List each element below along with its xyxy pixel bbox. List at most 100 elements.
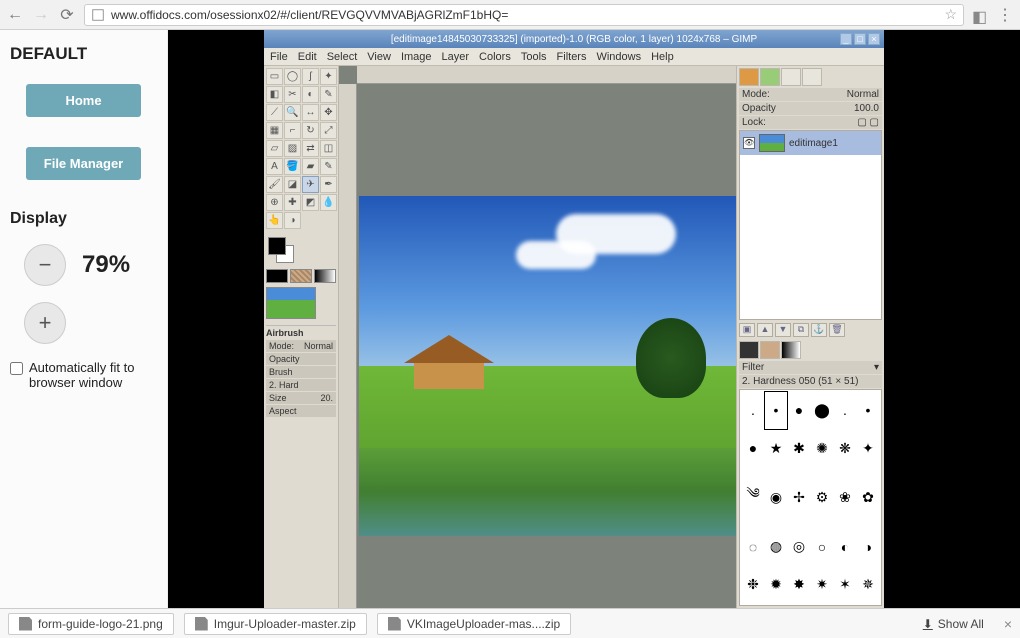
tool-measure[interactable]: ↔ <box>302 104 319 121</box>
tool-fuzzy-select[interactable]: ✦ <box>320 68 337 85</box>
show-all-downloads[interactable]: ⬇ Show All <box>923 617 984 631</box>
menu-button[interactable]: ⋮ <box>996 6 1014 24</box>
close-shelf-icon[interactable]: × <box>1004 616 1012 632</box>
brush-preset[interactable]: ◐ <box>834 528 856 565</box>
brush-preset[interactable]: ✸ <box>788 566 810 603</box>
brush-preset[interactable]: ✵ <box>857 566 879 603</box>
ruler-horizontal[interactable] <box>357 66 736 84</box>
brush-preset[interactable]: ༄ <box>742 468 764 528</box>
tool-smudge[interactable]: 👆 <box>266 212 283 229</box>
brush-preset[interactable]: ✿ <box>857 468 879 528</box>
brush-preset[interactable]: . <box>742 392 764 429</box>
layer-opacity-row[interactable]: Opacity100.0 <box>739 102 882 115</box>
layer-item[interactable]: 👁 editimage1 <box>740 131 881 155</box>
tool-airbrush[interactable]: ✈ <box>302 176 319 193</box>
brush-preset[interactable]: ❉ <box>742 566 764 603</box>
address-bar[interactable]: www.offidocs.com/osessionx02/#/client/RE… <box>84 4 964 26</box>
autofit-option[interactable]: Automatically fit to browser window <box>10 360 157 390</box>
menu-edit[interactable]: Edit <box>298 51 317 63</box>
menu-windows[interactable]: Windows <box>596 51 641 63</box>
active-brush-indicator[interactable] <box>266 269 288 283</box>
layer-down-icon[interactable]: ▼ <box>775 323 791 337</box>
tool-paintbrush[interactable]: 🖌 <box>266 176 283 193</box>
tab-paths-icon[interactable] <box>781 68 801 86</box>
brush-preset[interactable]: ◍ <box>765 528 787 565</box>
tool-crop[interactable]: ⌐ <box>284 122 301 139</box>
tool-dodge[interactable]: ◑ <box>284 212 301 229</box>
brush-preset[interactable]: ◌ <box>742 528 764 565</box>
opts-mode-value[interactable]: Normal <box>304 341 333 351</box>
tool-rotate[interactable]: ↻ <box>302 122 319 139</box>
opts-opacity[interactable]: Opacity <box>266 353 336 365</box>
opts-aspect[interactable]: Aspect <box>266 405 336 417</box>
forward-button[interactable]: → <box>32 6 50 24</box>
back-button[interactable]: ← <box>6 6 24 24</box>
tool-paths[interactable]: ✎ <box>320 86 337 103</box>
maximize-icon[interactable]: □ <box>854 33 866 45</box>
tool-blend[interactable]: ▰ <box>302 158 319 175</box>
brush-preset[interactable]: ✢ <box>788 468 810 528</box>
tab-gradients-icon[interactable] <box>781 341 801 359</box>
opts-brush-value[interactable]: 2. Hard <box>266 379 336 391</box>
tool-scale[interactable]: ⤢ <box>320 122 337 139</box>
layer-new-icon[interactable]: ▣ <box>739 323 755 337</box>
autofit-checkbox[interactable] <box>10 362 23 375</box>
home-button[interactable]: Home <box>26 84 141 117</box>
close-icon[interactable]: × <box>868 33 880 45</box>
tool-flip[interactable]: ⇄ <box>302 140 319 157</box>
tool-heal[interactable]: ✚ <box>284 194 301 211</box>
extension-icon[interactable]: ◧ <box>972 7 988 23</box>
brush-preset[interactable]: ◉ <box>765 468 787 528</box>
brush-preset[interactable]: ❋ <box>834 430 856 467</box>
brush-grid[interactable]: . • ● ⬤ . • ● ★ ✱ ✺ ❋ ✦ ༄ ◉ ✢ <box>739 389 882 606</box>
brush-preset[interactable]: ✦ <box>857 430 879 467</box>
tool-move[interactable]: ✥ <box>320 104 337 121</box>
brush-preset[interactable]: • <box>765 392 787 429</box>
tool-clone[interactable]: ⊕ <box>266 194 283 211</box>
brush-preset[interactable]: . <box>834 392 856 429</box>
tool-text[interactable]: A <box>266 158 283 175</box>
active-pattern-indicator[interactable] <box>290 269 312 283</box>
download-item[interactable]: Imgur-Uploader-master.zip <box>184 613 367 635</box>
ruler-vertical[interactable] <box>339 84 357 608</box>
layer-lock-row[interactable]: Lock:▢ ▢ <box>739 116 882 129</box>
menu-select[interactable]: Select <box>327 51 358 63</box>
zoom-in-button[interactable]: + <box>24 302 66 344</box>
tool-perspective-clone[interactable]: ◩ <box>302 194 319 211</box>
tool-blur[interactable]: 💧 <box>320 194 337 211</box>
tool-free-select[interactable]: ʃ <box>302 68 319 85</box>
menu-image[interactable]: Image <box>401 51 432 63</box>
layer-list[interactable]: 👁 editimage1 <box>739 130 882 320</box>
bookmark-star-icon[interactable]: ☆ <box>944 6 957 23</box>
menu-colors[interactable]: Colors <box>479 51 511 63</box>
color-swatches[interactable] <box>266 235 336 265</box>
brush-preset[interactable]: ◑ <box>857 528 879 565</box>
brush-preset[interactable]: ❀ <box>834 468 856 528</box>
tool-ink[interactable]: ✒ <box>320 176 337 193</box>
tool-zoom[interactable]: 🔍 <box>284 104 301 121</box>
menu-help[interactable]: Help <box>651 51 674 63</box>
download-item[interactable]: VKImageUploader-mas....zip <box>377 613 571 635</box>
brush-preset[interactable]: ✷ <box>811 566 833 603</box>
brush-preset[interactable]: ✺ <box>811 430 833 467</box>
active-gradient-indicator[interactable] <box>314 269 336 283</box>
download-item[interactable]: form-guide-logo-21.png <box>8 613 174 635</box>
brush-preset[interactable]: ✶ <box>834 566 856 603</box>
zoom-out-button[interactable]: − <box>24 244 66 286</box>
brush-filter-row[interactable]: Filter▾ <box>739 361 882 374</box>
tool-pencil[interactable]: ✎ <box>320 158 337 175</box>
brush-preset[interactable]: ✱ <box>788 430 810 467</box>
menu-tools[interactable]: Tools <box>521 51 547 63</box>
brush-preset[interactable]: ○ <box>811 528 833 565</box>
tool-rect-select[interactable]: ▭ <box>266 68 283 85</box>
minimize-icon[interactable]: _ <box>840 33 852 45</box>
opts-size-value[interactable]: 20. <box>320 393 333 403</box>
layer-delete-icon[interactable]: 🗑 <box>829 323 845 337</box>
brush-preset[interactable]: ⬤ <box>811 392 833 429</box>
menu-file[interactable]: File <box>270 51 288 63</box>
menu-layer[interactable]: Layer <box>442 51 470 63</box>
brush-preset[interactable]: ● <box>788 392 810 429</box>
tab-patterns-icon[interactable] <box>760 341 780 359</box>
tool-color-select[interactable]: ◧ <box>266 86 283 103</box>
tool-align[interactable]: ▦ <box>266 122 283 139</box>
